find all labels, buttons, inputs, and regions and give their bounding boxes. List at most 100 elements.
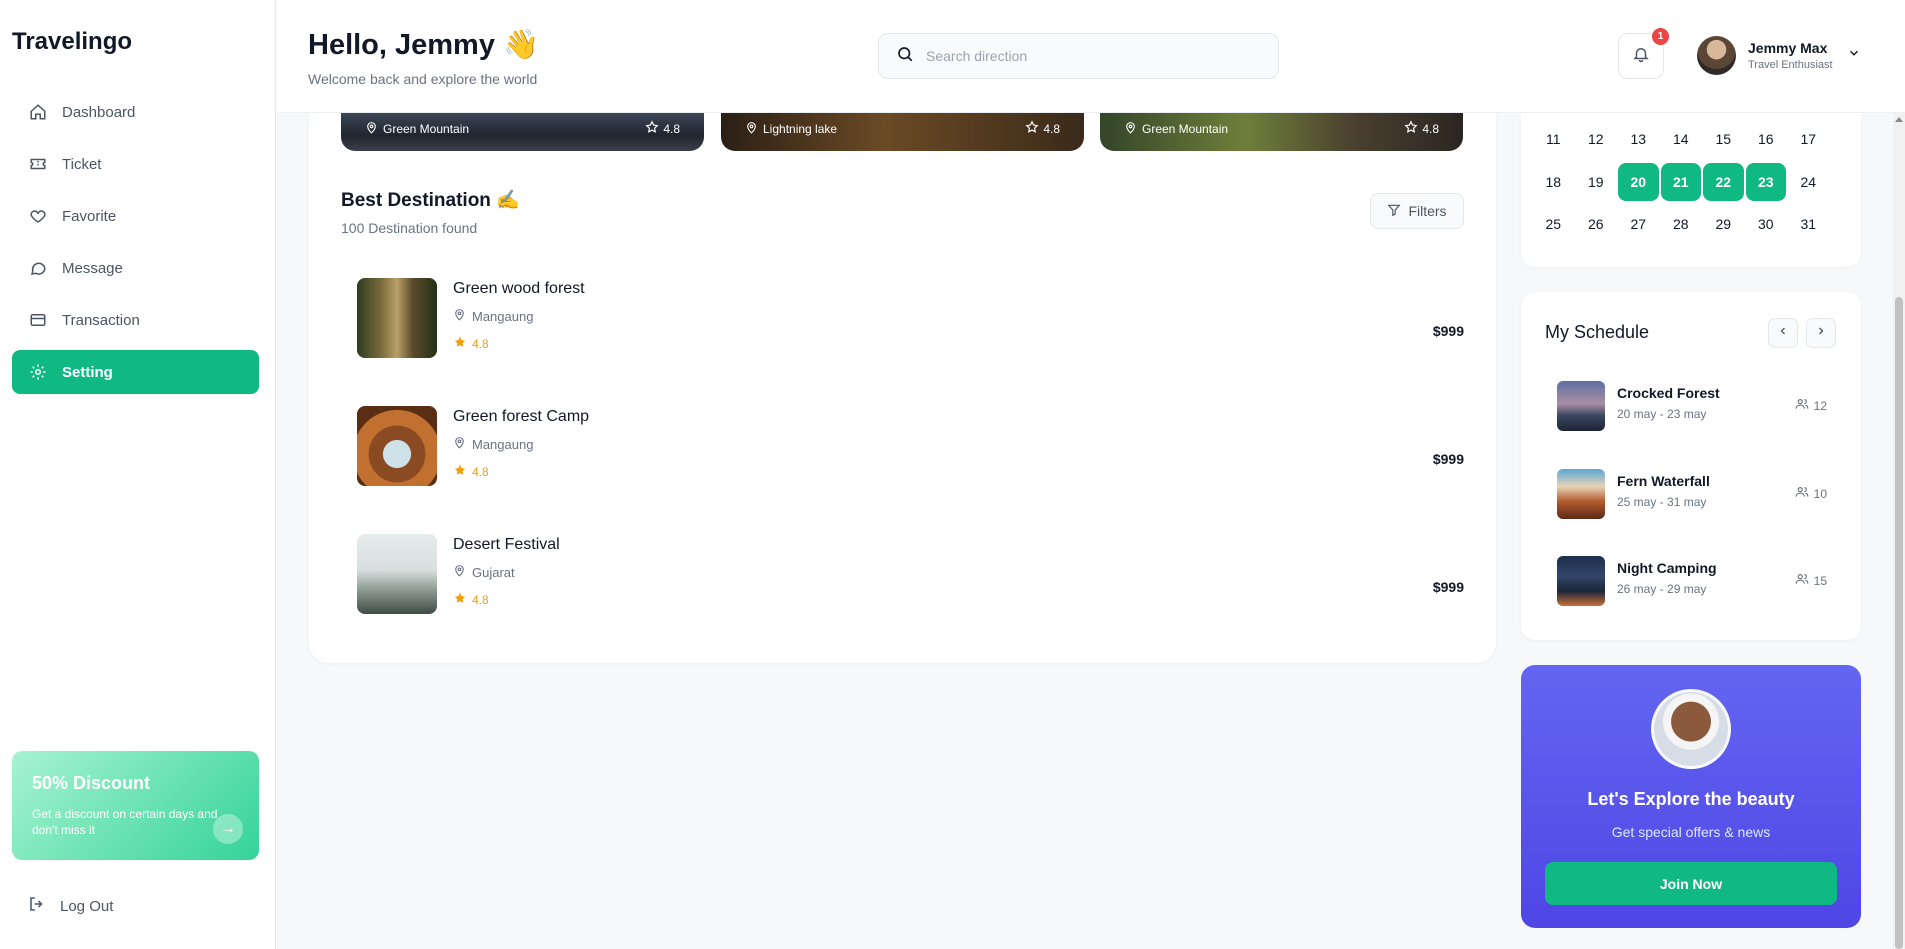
tile-rating: 4.8: [1404, 120, 1439, 137]
schedule-date: 26 may - 29 may: [1617, 582, 1707, 596]
calendar-day-selected[interactable]: 20: [1618, 163, 1659, 201]
destination-rating: 4.8: [453, 463, 489, 480]
schedule-card: My Schedule Crocked Forest 20 may - 23 m…: [1521, 292, 1861, 640]
destination-place: Gujarat: [453, 564, 515, 580]
calendar-day[interactable]: 26: [1575, 205, 1618, 243]
schedule-prev-button[interactable]: [1768, 318, 1798, 348]
calendar-day[interactable]: 24: [1787, 163, 1830, 201]
schedule-item[interactable]: Night Camping 26 may - 29 may 15: [1557, 556, 1827, 606]
calendar-day[interactable]: 29: [1702, 205, 1745, 243]
sidebar-item-label: Message: [62, 259, 123, 277]
notification-button[interactable]: 1: [1618, 28, 1669, 79]
search-input[interactable]: [926, 48, 1256, 64]
sidebar-item-favorite[interactable]: Favorite: [12, 194, 259, 238]
calendar-day[interactable]: 27: [1617, 205, 1660, 243]
destination-image: [357, 534, 437, 614]
calendar-day[interactable]: 15: [1702, 120, 1745, 158]
ticket-icon: [28, 154, 48, 174]
schedule-participants: 15: [1795, 572, 1827, 589]
location-pin-icon: [453, 308, 466, 324]
users-icon: [1795, 485, 1809, 502]
destination-place: Mangaung: [453, 308, 533, 324]
schedule-name: Crocked Forest: [1617, 385, 1720, 401]
sidebar-item-label: Setting: [62, 363, 113, 381]
filters-button[interactable]: Filters: [1370, 193, 1464, 229]
star-outline-icon: [645, 120, 659, 137]
calendar-day[interactable]: 14: [1660, 120, 1703, 158]
calendar-day[interactable]: 25: [1532, 205, 1575, 243]
participants-count: 10: [1813, 486, 1827, 501]
calendar-day[interactable]: 13: [1617, 120, 1660, 158]
promo-text: Get a discount on certain days and don't…: [32, 807, 218, 837]
schedule-item[interactable]: Crocked Forest 20 may - 23 may 12: [1557, 381, 1827, 431]
sidebar-item-transaction[interactable]: Transaction: [12, 298, 259, 342]
brand-logo[interactable]: Travelingo: [12, 28, 132, 56]
logout-button[interactable]: Log Out: [28, 895, 113, 917]
explore-subtitle: Get special offers & news: [1611, 824, 1771, 840]
join-now-button[interactable]: Join Now: [1545, 862, 1837, 905]
sidebar-item-dashboard[interactable]: Dashboard: [12, 90, 259, 134]
schedule-participants: 10: [1795, 485, 1827, 502]
calendar-day-selected[interactable]: 22: [1703, 163, 1744, 201]
bell-icon: [1632, 45, 1650, 68]
greeting-title: Hello, Jemmy 👋: [308, 29, 540, 61]
calendar-day[interactable]: 28: [1660, 205, 1703, 243]
calendar-week: 11 12 13 14 15 16 17: [1532, 120, 1830, 158]
destination-image: [357, 278, 437, 358]
message-icon: [28, 258, 48, 278]
featured-tile[interactable]: Green Mountain 4.8: [1100, 113, 1463, 151]
list-item[interactable]: Green forest Camp Mangaung 4.8 $999: [357, 406, 1464, 486]
logout-label: Log Out: [60, 897, 114, 915]
discount-promo-card: 50% Discount Get a discount on certain d…: [12, 751, 259, 860]
star-outline-icon: [1025, 120, 1039, 137]
calendar-day[interactable]: 19: [1575, 163, 1618, 201]
sidebar-item-ticket[interactable]: Ticket: [12, 142, 259, 186]
calendar-day-selected[interactable]: 23: [1745, 163, 1786, 201]
location-pin-icon: [453, 564, 466, 580]
destination-name: Desert Festival: [453, 536, 560, 553]
scroll-thumb[interactable]: [1895, 297, 1903, 949]
explore-title: Let's Explore the beauty: [1587, 789, 1795, 809]
calendar-day[interactable]: 18: [1532, 163, 1575, 201]
users-icon: [1795, 572, 1809, 589]
gear-icon: [28, 362, 48, 382]
calendar-day[interactable]: 31: [1787, 205, 1830, 243]
featured-tile[interactable]: Lightning lake 4.8: [721, 113, 1084, 151]
scroll-up-icon[interactable]: [1895, 117, 1903, 122]
sidebar-item-setting[interactable]: Setting: [12, 350, 259, 394]
arrow-right-icon[interactable]: →: [213, 814, 243, 844]
user-info: Jemmy Max Travel Enthusiast: [1748, 40, 1833, 71]
destination-price: $999: [1432, 323, 1464, 339]
sidebar-item-label: Transaction: [62, 311, 140, 329]
schedule-next-button[interactable]: [1806, 318, 1836, 348]
scrollbar[interactable]: [1893, 113, 1905, 949]
chevron-down-icon[interactable]: [1847, 46, 1861, 65]
search-box[interactable]: [878, 33, 1279, 79]
destination-place: Mangaung: [453, 436, 533, 452]
calendar-day[interactable]: 30: [1745, 205, 1788, 243]
list-item[interactable]: Green wood forest Mangaung 4.8 $999: [357, 278, 1464, 358]
calendar-day[interactable]: 12: [1575, 120, 1618, 158]
calendar-day[interactable]: 16: [1745, 120, 1788, 158]
tile-rating-value: 4.8: [1422, 121, 1439, 136]
user-menu[interactable]: Jemmy Max Travel Enthusiast: [1697, 36, 1861, 75]
tile-location: Green Mountain: [365, 121, 469, 137]
sidebar-item-message[interactable]: Message: [12, 246, 259, 290]
featured-tile[interactable]: Green Mountain 4.8: [341, 113, 704, 151]
calendar-day[interactable]: 11: [1532, 120, 1575, 158]
schedule-item[interactable]: Fern Waterfall 25 may - 31 may 10: [1557, 469, 1827, 519]
participants-count: 12: [1813, 398, 1827, 413]
calendar-day[interactable]: 17: [1787, 120, 1830, 158]
filter-icon: [1387, 203, 1401, 220]
destination-name: Green wood forest: [453, 280, 585, 297]
destination-image: [357, 406, 437, 486]
calendar-card: 11 12 13 14 15 16 17 18 19 20 21 22 23 2…: [1521, 113, 1861, 267]
destination-place-label: Mangaung: [472, 436, 534, 452]
destination-rating: 4.8: [453, 591, 489, 608]
destination-rating: 4.8: [453, 335, 489, 352]
rating-value: 4.8: [472, 592, 489, 607]
destination-place-label: Mangaung: [472, 308, 534, 324]
search-icon: [896, 45, 914, 68]
calendar-day-selected[interactable]: 21: [1660, 163, 1701, 201]
list-item[interactable]: Desert Festival Gujarat 4.8 $999: [357, 534, 1464, 614]
